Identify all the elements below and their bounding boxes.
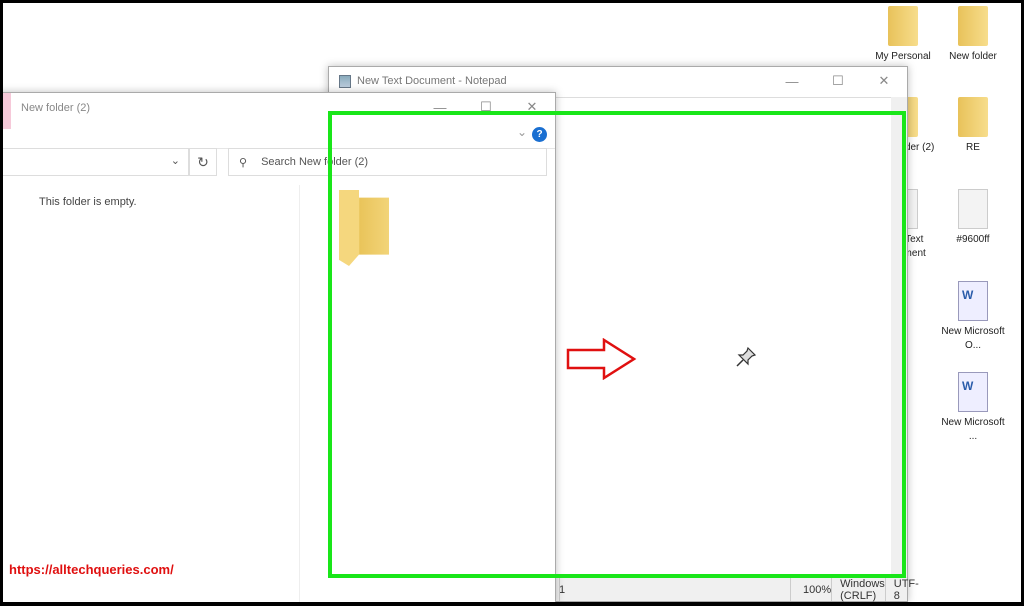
minimize-button[interactable]: — [769, 67, 815, 95]
maximize-button[interactable]: ☐ [815, 67, 861, 95]
folder-icon [958, 6, 988, 46]
zoom-level: 100% [790, 578, 831, 601]
window-title: New folder (2) [21, 102, 91, 114]
icon-label: New Microsoft O... [941, 326, 1005, 351]
empty-folder-message: This folder is empty. [39, 196, 137, 208]
website-watermark: https://alltechqueries.com/ [9, 562, 174, 577]
window-title: New Text Document - Notepad [357, 75, 507, 87]
folder-icon [958, 97, 988, 137]
address-bar[interactable]: ⌄ [0, 148, 189, 176]
folder-icon [888, 6, 918, 46]
line-ending: Windows (CRLF) [831, 578, 885, 602]
notepad-icon [339, 74, 351, 88]
icon-label: #9600ff [956, 234, 990, 245]
desktop-icon-word-1[interactable]: New Microsoft O... [938, 281, 1008, 353]
icon-label: RE [966, 142, 980, 153]
icon-label: New Microsoft ... [941, 417, 1005, 442]
encoding: UTF-8 [884, 578, 919, 602]
icon-label: New folder [949, 51, 997, 62]
word-document-icon [958, 372, 988, 412]
search-icon: ⚲ [239, 156, 248, 169]
word-document-icon [958, 281, 988, 321]
pin-cursor-icon [736, 346, 757, 367]
desktop-icon-re[interactable]: RE [938, 97, 1008, 155]
desktop-icon-9600ff[interactable]: #9600ff [938, 189, 1008, 247]
refresh-button[interactable]: ↻ [189, 148, 217, 176]
desktop-icon-word-2[interactable]: New Microsoft ... [938, 372, 1008, 444]
text-file-icon [958, 189, 988, 229]
close-button[interactable]: ✕ [861, 67, 907, 95]
desktop-icon-my-personal[interactable]: My Personal [868, 6, 938, 64]
right-arrow-icon [566, 338, 637, 380]
pane-divider[interactable] [299, 185, 300, 603]
chevron-down-icon[interactable]: ⌄ [171, 154, 180, 167]
desktop-icon-new-folder[interactable]: New folder [938, 6, 1008, 64]
icon-label: My Personal [875, 51, 931, 62]
